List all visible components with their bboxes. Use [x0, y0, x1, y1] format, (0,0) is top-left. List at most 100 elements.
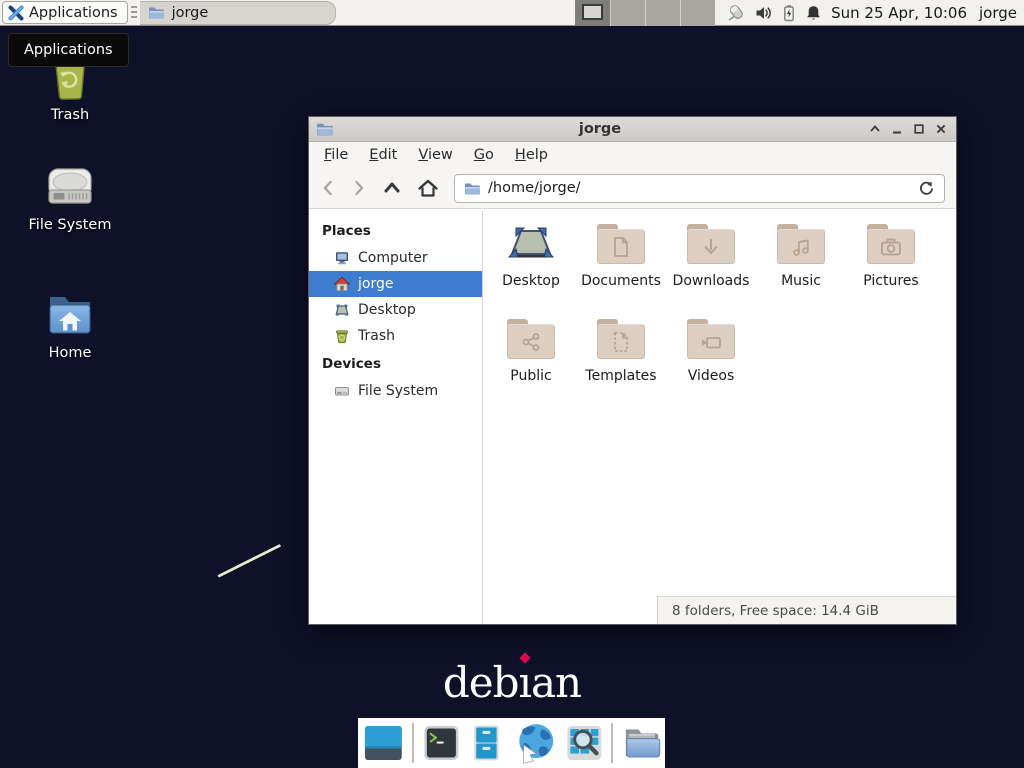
- show-desktop-icon[interactable]: [363, 723, 404, 763]
- sidebar-item-desktop[interactable]: Desktop: [309, 297, 482, 323]
- file-cabinet-icon[interactable]: [468, 723, 505, 763]
- folder-item-documents[interactable]: Documents: [576, 219, 666, 314]
- battery-icon[interactable]: [781, 4, 797, 22]
- drive-icon: [44, 164, 96, 212]
- dock-separator: [611, 723, 613, 763]
- menu-help[interactable]: Help: [515, 147, 548, 163]
- applications-tooltip: Applications: [8, 33, 129, 67]
- desktop-icon-label: Home: [49, 345, 92, 361]
- folder-label: Pictures: [863, 273, 918, 289]
- folder-icon-public: [507, 319, 555, 359]
- trash-icon: [334, 328, 350, 344]
- dock-separator: [412, 723, 414, 763]
- desktop-special-icon: [507, 224, 555, 264]
- sidebar-item-label: File System: [358, 383, 438, 399]
- folder-item-desktop[interactable]: Desktop: [486, 219, 576, 314]
- computer-icon: [334, 250, 350, 266]
- notifications-bell-icon[interactable]: [805, 4, 822, 22]
- workspace-switcher: [575, 0, 715, 26]
- menu-go[interactable]: Go: [474, 147, 494, 163]
- folder-label: Documents: [581, 273, 661, 289]
- window-folder-icon: [316, 122, 333, 136]
- panel-clock[interactable]: Sun 25 Apr, 10:06: [831, 4, 967, 22]
- desktop-icon-label: Trash: [51, 107, 89, 123]
- devices-header: Devices: [309, 349, 482, 378]
- bottom-dock: [358, 718, 665, 768]
- folder-label: Public: [510, 368, 551, 384]
- shade-button[interactable]: [867, 121, 883, 137]
- icon-grid: Desktop Documents Downloads: [486, 219, 936, 409]
- folder-icon-templates: [597, 319, 645, 359]
- folder-item-templates[interactable]: Templates: [576, 314, 666, 409]
- places-header: Places: [309, 216, 482, 245]
- desktop-icon: [334, 302, 350, 318]
- home-folder-icon: [43, 290, 97, 340]
- folder-label: Music: [781, 273, 821, 289]
- workspace-3[interactable]: [645, 0, 680, 26]
- path-folder-icon: [464, 182, 480, 195]
- folder-item-public[interactable]: Public: [486, 314, 576, 409]
- reload-button[interactable]: [918, 180, 935, 197]
- web-browser-icon[interactable]: [513, 721, 557, 765]
- folder-icon-pictures: [867, 224, 915, 264]
- top-panel: Applications jorge: [0, 0, 1024, 26]
- application-finder-icon[interactable]: [565, 723, 604, 763]
- folder-item-downloads[interactable]: Downloads: [666, 219, 756, 314]
- window-titlebar[interactable]: jorge: [309, 117, 956, 142]
- status-text: 8 folders, Free space: 14.4 GiB: [672, 603, 879, 619]
- desktop-icon-label: File System: [29, 217, 112, 233]
- panel-drag-handle[interactable]: [131, 6, 137, 20]
- workspace-2[interactable]: [610, 0, 645, 26]
- menubar: File Edit View Go Help: [309, 142, 956, 168]
- workspace-4[interactable]: [680, 0, 715, 26]
- terminal-icon[interactable]: [422, 723, 461, 763]
- home-button[interactable]: [417, 178, 439, 198]
- sidebar-item-label: Computer: [358, 250, 428, 266]
- home-icon: [334, 276, 350, 292]
- folder-label: Videos: [688, 368, 735, 384]
- file-manager-icon[interactable]: [621, 723, 665, 763]
- folder-item-pictures[interactable]: Pictures: [846, 219, 936, 314]
- sidebar-item-jorge[interactable]: jorge: [309, 271, 482, 297]
- sidebar-item-file-system[interactable]: File System: [309, 378, 482, 404]
- applications-label: Applications: [29, 5, 118, 21]
- desktop-icon-home[interactable]: Home: [12, 290, 128, 361]
- sidebar-item-label: Desktop: [358, 302, 416, 318]
- folder-item-music[interactable]: Music: [756, 219, 846, 314]
- folder-icon-music: [777, 224, 825, 264]
- sidebar-item-trash[interactable]: Trash: [309, 323, 482, 349]
- close-button[interactable]: [933, 121, 949, 137]
- taskbar-item-jorge[interactable]: jorge: [140, 1, 336, 25]
- panel-user-button[interactable]: jorge: [979, 4, 1017, 22]
- up-button[interactable]: [382, 179, 402, 197]
- maximize-button[interactable]: [911, 121, 927, 137]
- volume-icon[interactable]: [755, 4, 773, 22]
- drive-icon: [334, 383, 350, 399]
- menu-edit[interactable]: Edit: [369, 147, 397, 163]
- sidebar-item-label: Trash: [358, 328, 395, 344]
- wallpaper-line: [217, 544, 281, 578]
- workspace-window-thumb: [582, 4, 603, 20]
- folder-view[interactable]: Desktop Documents Downloads: [483, 211, 956, 624]
- xfce-logo-icon: [8, 5, 24, 21]
- location-bar[interactable]: /home/jorge/: [454, 174, 945, 203]
- menu-view[interactable]: View: [418, 147, 452, 163]
- input-device-icon[interactable]: [725, 3, 747, 23]
- menu-file[interactable]: File: [324, 147, 348, 163]
- toolbar: /home/jorge/: [309, 168, 956, 209]
- folder-item-videos[interactable]: Videos: [666, 314, 756, 409]
- debian-logo: debıan: [0, 658, 1024, 707]
- workspace-1[interactable]: [575, 0, 610, 26]
- applications-button[interactable]: Applications: [2, 1, 128, 24]
- back-button[interactable]: [320, 179, 336, 197]
- desktop-icon-file-system[interactable]: File System: [12, 164, 128, 233]
- folder-icon: [148, 6, 164, 19]
- folder-label: Templates: [585, 368, 656, 384]
- minimize-button[interactable]: [889, 121, 905, 137]
- folder-label: Downloads: [673, 273, 750, 289]
- forward-button[interactable]: [351, 179, 367, 197]
- folder-label: Desktop: [502, 273, 560, 289]
- path-text: /home/jorge/: [488, 180, 581, 196]
- side-pane: Places Computer jorge: [309, 211, 483, 624]
- sidebar-item-computer[interactable]: Computer: [309, 245, 482, 271]
